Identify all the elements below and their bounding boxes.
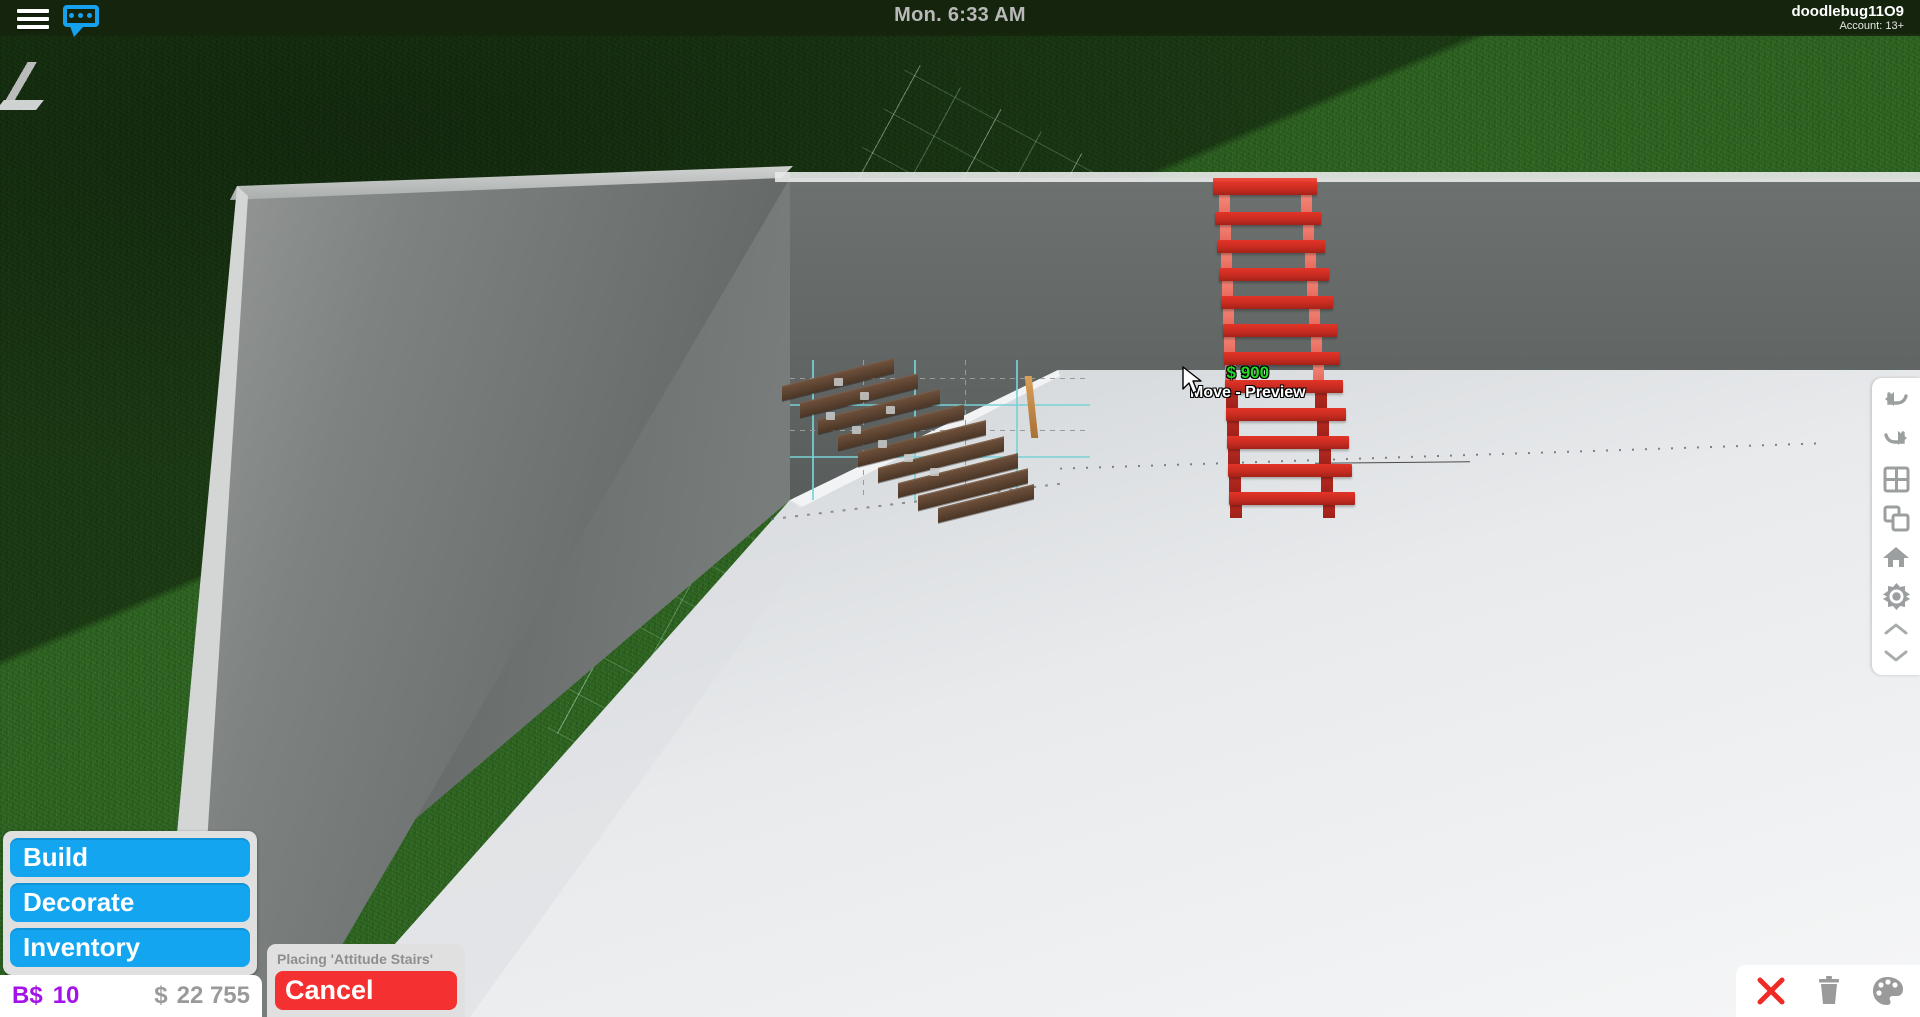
stair-railing [1024, 376, 1039, 438]
undo-icon[interactable] [1879, 386, 1913, 416]
object-action-toolbar [1736, 965, 1920, 1017]
brightness-icon[interactable] [1879, 581, 1913, 611]
decorate-button[interactable]: Decorate [10, 883, 250, 922]
redo-icon[interactable] [1879, 425, 1913, 455]
account-rating-label: Account: 13+ [1839, 20, 1904, 33]
build-button[interactable]: Build [10, 838, 250, 877]
account-info: doodlebug11O9 Account: 13+ [1791, 3, 1904, 33]
build-menu-panel: Build Decorate Inventory [3, 831, 257, 975]
username-label: doodlebug11O9 [1791, 3, 1904, 20]
chevron-up-icon[interactable] [1879, 620, 1913, 638]
bux-label: B$ [12, 982, 43, 1009]
game-clock: Mon. 6:33 AM [894, 4, 1026, 26]
paint-palette-icon[interactable] [1872, 976, 1904, 1006]
currency-bar: B$ 10 $ 22 755 [0, 975, 262, 1017]
cancel-button[interactable]: Cancel [275, 971, 457, 1010]
grass-texture [0, 34, 1920, 1017]
build-tools-toolbar [1872, 378, 1920, 675]
wooden-stairs-object[interactable] [782, 358, 1042, 523]
game-world-scene: $ 900 Move - Preview [0, 0, 1920, 1017]
cash-value: 22 755 [176, 982, 250, 1009]
grid-icon[interactable] [1879, 464, 1913, 494]
lawn-marker-stake [570, 205, 573, 250]
chevron-down-icon[interactable] [1879, 647, 1913, 665]
inventory-button[interactable]: Inventory [10, 928, 250, 967]
game-viewport: $ 900 Move - Preview Mon. 6:33 AM doodle… [0, 0, 1920, 1017]
preview-stairs-object[interactable] [1213, 178, 1355, 538]
placing-status-text: Placing 'Attitude Stairs' [277, 951, 434, 967]
placing-panel: Placing 'Attitude Stairs' Cancel [267, 944, 465, 1017]
delete-x-icon[interactable] [1756, 976, 1786, 1006]
grass-terrain [0, 34, 1920, 1017]
home-icon[interactable] [1879, 542, 1913, 572]
bux-value: 10 [52, 982, 80, 1009]
cash-label: $ [154, 982, 168, 1009]
trash-icon[interactable] [1816, 976, 1842, 1006]
duplicate-icon[interactable] [1879, 503, 1913, 533]
top-bar: Mon. 6:33 AM doodlebug11O9 Account: 13+ [0, 0, 1920, 37]
